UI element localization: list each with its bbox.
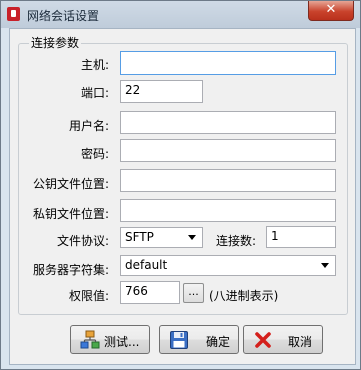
dialog-window: 网络会话设置 ✕ 连接参数 主机: 端口: 22 用户名: 密码: 公钥文件位置…	[0, 0, 361, 370]
charset-label: 服务器字符集:	[32, 263, 109, 277]
dialog-body: 连接参数 主机: 端口: 22 用户名: 密码: 公钥文件位置: 私钥文件位置:…	[9, 28, 356, 365]
test-button-label: 测试...	[104, 335, 140, 349]
password-input[interactable]	[120, 139, 336, 162]
permission-label: 权限值:	[68, 289, 109, 303]
red-x-icon	[255, 332, 271, 348]
permission-browse-button[interactable]: ...	[183, 283, 204, 303]
ok-button-label: 确定	[206, 335, 231, 349]
test-button[interactable]: 测试...	[70, 325, 150, 354]
protocol-label: 文件协议:	[56, 234, 109, 248]
username-label: 用户名:	[68, 119, 109, 133]
port-label: 端口:	[80, 86, 109, 100]
password-label: 密码:	[80, 147, 109, 161]
window-title: 网络会话设置	[27, 9, 100, 23]
network-test-icon	[80, 330, 100, 349]
username-input[interactable]	[120, 111, 336, 134]
permission-input[interactable]: 766	[120, 281, 180, 304]
connections-input[interactable]: 1	[266, 226, 336, 248]
group-title: 连接参数	[29, 34, 82, 51]
dropdown-arrow-icon	[321, 263, 329, 268]
app-icon	[7, 7, 20, 21]
host-label: 主机:	[80, 58, 109, 72]
host-input[interactable]	[120, 51, 336, 75]
protocol-value: SFTP	[125, 230, 154, 244]
private-key-label: 私钥文件位置:	[32, 207, 109, 221]
title-bar[interactable]: 网络会话设置 ✕	[1, 1, 360, 28]
cancel-button[interactable]: 取消	[243, 325, 323, 354]
charset-select[interactable]: default	[120, 255, 336, 276]
charset-value: default	[125, 258, 168, 272]
public-key-label: 公钥文件位置:	[32, 177, 109, 191]
dropdown-arrow-icon	[188, 235, 196, 240]
private-key-input[interactable]	[120, 199, 336, 222]
ok-button[interactable]: 确定	[159, 325, 239, 354]
port-input[interactable]: 22	[120, 80, 203, 103]
cancel-button-label: 取消	[288, 335, 313, 349]
close-button[interactable]: ✕	[308, 1, 354, 21]
permission-hint: (八进制表示)	[209, 289, 279, 303]
protocol-select[interactable]: SFTP	[120, 227, 203, 248]
public-key-input[interactable]	[120, 169, 336, 192]
save-disk-icon	[170, 331, 188, 349]
connections-label: 连接数:	[216, 234, 257, 248]
